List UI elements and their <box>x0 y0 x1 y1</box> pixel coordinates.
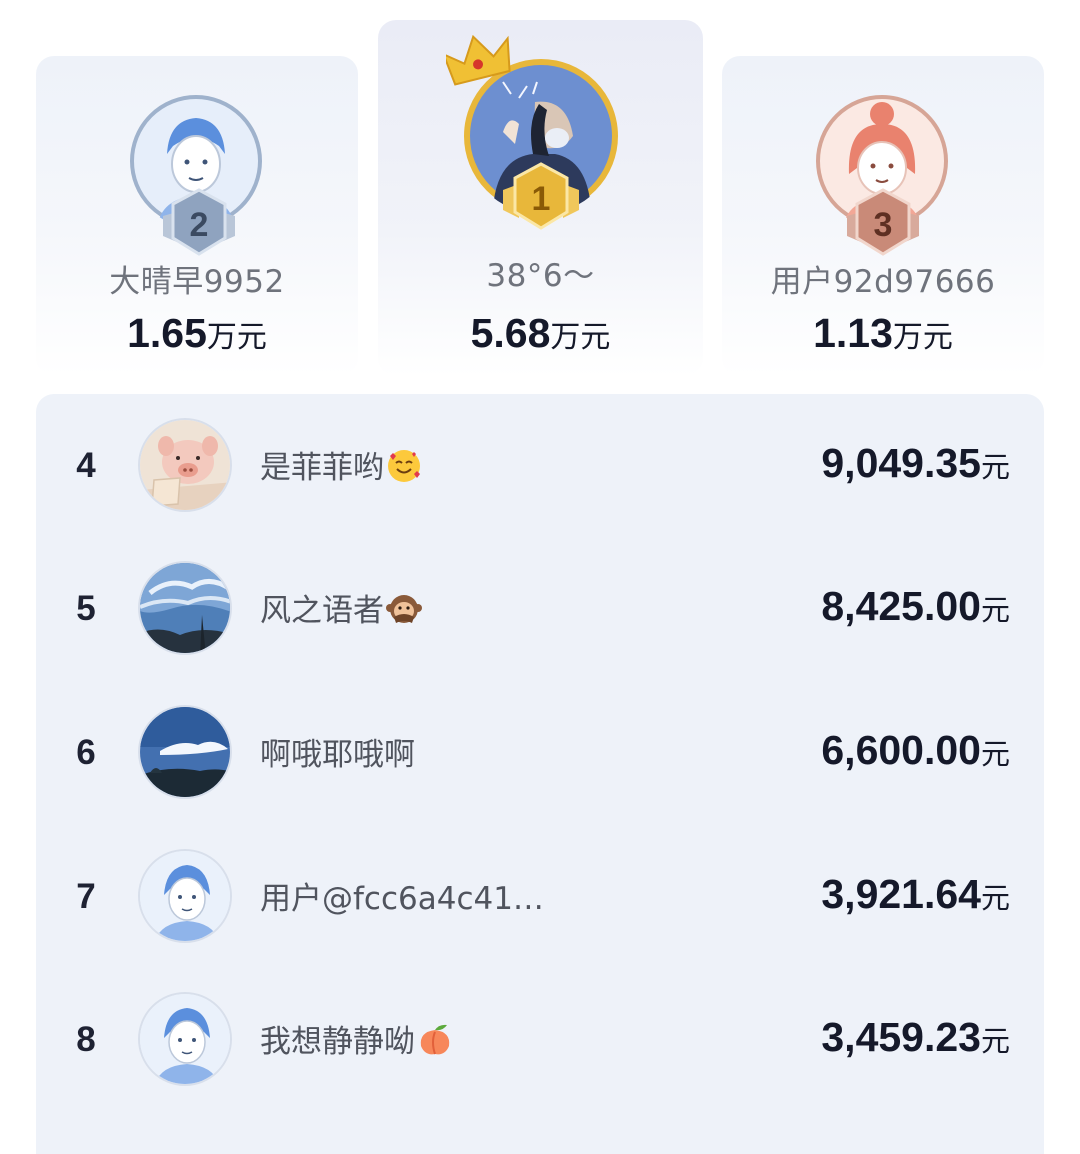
list-item[interactable]: 8 我想静静呦 3,459.23元 <box>36 986 1044 1096</box>
podium-amount: 5.68万元 <box>378 310 703 357</box>
rank-number: 8 <box>76 1020 96 1059</box>
amount-unit: 元 <box>980 737 1010 771</box>
podium-card-second[interactable]: 2 大晴早9952 1.65万元 <box>36 56 358 376</box>
badge-rank: 2 <box>190 206 209 244</box>
amount-value: 6,600.00 <box>821 727 981 773</box>
amount: 3,459.23元 <box>821 1014 1010 1061</box>
rank-number: 4 <box>76 446 96 485</box>
user-name: 用户@fcc6a4c41… <box>260 873 544 918</box>
amount-value: 9,049.35 <box>821 440 981 486</box>
user-name-text: 风之语者 <box>260 593 384 629</box>
avatar <box>138 992 232 1086</box>
amount-value: 3,921.64 <box>821 871 981 917</box>
amount-value: 1.65 <box>127 310 207 356</box>
rank-number: 6 <box>76 733 96 772</box>
amount: 3,921.64元 <box>821 871 1010 918</box>
amount-unit: 万元 <box>550 320 611 355</box>
avatar <box>138 561 232 655</box>
podium-card-third[interactable]: 3 用户92d97666 1.13万元 <box>722 56 1044 376</box>
user-name-text: 啊哦耶哦啊 <box>260 737 415 773</box>
user-name: 我想静静呦 <box>260 1016 453 1061</box>
podium-amount: 1.65万元 <box>36 310 358 357</box>
podium-amount: 1.13万元 <box>722 310 1044 357</box>
smiling-face-with-hearts-icon <box>388 450 420 482</box>
ranking-list: 4 是菲菲哟 9,049.35元 5 风之语者 8,425.00元 6 啊哦耶哦… <box>36 394 1044 1154</box>
list-item[interactable]: 6 啊哦耶哦啊 6,600.00元 <box>36 699 1044 809</box>
rank-1-badge-icon: 1 <box>503 162 579 230</box>
peach-icon <box>420 1024 450 1055</box>
user-name: 是菲菲哟 <box>260 442 422 487</box>
amount-value: 1.13 <box>813 310 893 356</box>
speak-no-evil-monkey-icon <box>386 595 422 623</box>
amount-unit: 元 <box>980 593 1010 627</box>
rank-number: 7 <box>76 877 96 916</box>
podium-name: 大晴早9952 <box>109 264 285 300</box>
user-name-text: 用户@fcc6a4c41… <box>260 881 544 917</box>
avatar <box>138 418 232 512</box>
amount-unit: 万元 <box>206 320 267 355</box>
rank-2-badge-icon: 2 <box>163 188 235 256</box>
user-name-text: 是菲菲哟 <box>260 450 384 486</box>
list-item[interactable]: 7 用户@fcc6a4c41… 3,921.64元 <box>36 843 1044 953</box>
crown-icon <box>446 34 511 86</box>
amount: 9,049.35元 <box>821 440 1010 487</box>
user-name-text: 我想静静呦 <box>260 1024 415 1060</box>
rank-number: 5 <box>76 589 96 628</box>
badge-rank: 1 <box>532 180 551 218</box>
amount-value: 8,425.00 <box>821 583 981 629</box>
user-name: 啊哦耶哦啊 <box>260 729 415 774</box>
podium-card-first[interactable]: 1 38°6～ 5.68万元 <box>378 20 703 376</box>
amount-unit: 元 <box>980 881 1010 915</box>
amount-unit: 元 <box>980 450 1010 484</box>
amount: 8,425.00元 <box>821 583 1010 630</box>
amount-value: 5.68 <box>470 310 551 356</box>
avatar <box>138 705 232 799</box>
amount: 6,600.00元 <box>821 727 1010 774</box>
list-item[interactable]: 4 是菲菲哟 9,049.35元 <box>36 412 1044 522</box>
rank-3-badge-icon: 3 <box>847 188 919 256</box>
amount-value: 3,459.23 <box>821 1014 981 1060</box>
amount-unit: 万元 <box>892 320 953 355</box>
avatar <box>138 849 232 943</box>
podium-name: 38°6～ <box>486 258 595 294</box>
amount-unit: 元 <box>980 1024 1010 1058</box>
list-item[interactable]: 5 风之语者 8,425.00元 <box>36 555 1044 665</box>
badge-rank: 3 <box>874 206 893 244</box>
podium-name: 用户92d97666 <box>770 264 996 300</box>
user-name: 风之语者 <box>260 585 422 630</box>
